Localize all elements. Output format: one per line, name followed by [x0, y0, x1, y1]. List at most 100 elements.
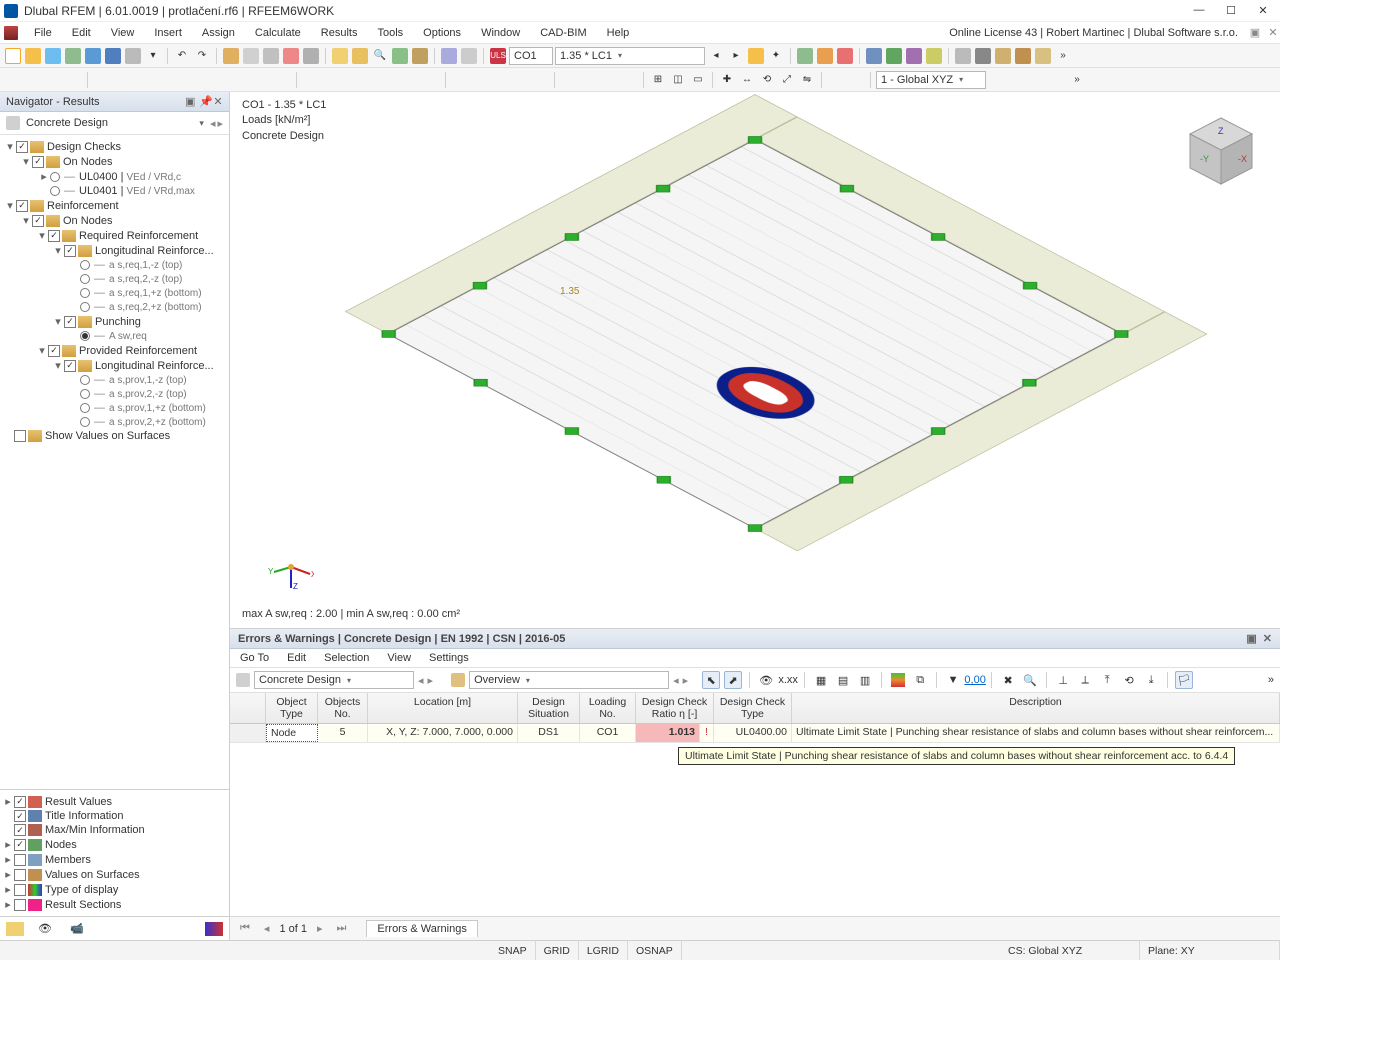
- open-file-icon[interactable]: [24, 47, 42, 65]
- prev-lc-icon[interactable]: ◂: [707, 47, 725, 65]
- load-lc-combo[interactable]: 1.35 * LC1▾: [555, 47, 705, 65]
- tree-on-nodes-1[interactable]: On Nodes: [63, 156, 113, 168]
- undo-icon[interactable]: ↶: [173, 47, 191, 65]
- ep-close-icon[interactable]: ✕: [1263, 632, 1272, 645]
- chart-icon[interactable]: [282, 47, 300, 65]
- menu-insert[interactable]: Insert: [144, 24, 192, 42]
- lower-title-info[interactable]: Title Information: [45, 810, 123, 822]
- save-icon[interactable]: [44, 47, 62, 65]
- ep-next1-icon[interactable]: ▸: [428, 674, 434, 687]
- tree-b4[interactable]: a s,prov,2,+z (bottom): [109, 417, 206, 428]
- tree-design-checks[interactable]: Design Checks: [47, 141, 121, 153]
- iso1-icon[interactable]: [331, 47, 349, 65]
- tree-on-nodes-2[interactable]: On Nodes: [63, 215, 113, 227]
- menu-file[interactable]: File: [24, 24, 62, 42]
- ep-copy-icon[interactable]: ⧉: [911, 671, 929, 689]
- col-design-situation[interactable]: Design Situation: [518, 693, 580, 723]
- c3-icon[interactable]: [491, 71, 509, 89]
- grid3-icon[interactable]: [600, 71, 618, 89]
- tbl2-icon[interactable]: [242, 47, 260, 65]
- nav-tab-1-icon[interactable]: [6, 922, 24, 936]
- table-row[interactable]: Node 5 X, Y, Z: 7.000, 7.000, 0.000 DS1 …: [230, 724, 1280, 743]
- render-icon[interactable]: [974, 47, 992, 65]
- view-cube[interactable]: -X -Y Z: [1182, 112, 1260, 190]
- sel2-icon[interactable]: [113, 71, 131, 89]
- grid2-icon[interactable]: [580, 71, 598, 89]
- menu-calculate[interactable]: Calculate: [245, 24, 311, 42]
- ep-t4-icon[interactable]: ⟲: [1120, 671, 1138, 689]
- nav-tab-2-icon[interactable]: 👁: [38, 922, 56, 936]
- col-objects-no[interactable]: Objects No.: [318, 693, 368, 723]
- menu-help[interactable]: Help: [597, 24, 640, 42]
- lower-values-surfaces[interactable]: Values on Surfaces: [45, 869, 140, 881]
- tool3-icon[interactable]: ▭: [689, 71, 707, 89]
- r3-icon[interactable]: [836, 47, 854, 65]
- nav-pin-icon[interactable]: 📌: [199, 95, 209, 108]
- sel6-icon[interactable]: [193, 71, 211, 89]
- cs1-icon[interactable]: [988, 71, 1006, 89]
- pg-last-icon[interactable]: ⏭: [333, 922, 351, 935]
- tn3-icon[interactable]: [44, 71, 62, 89]
- clr1-icon[interactable]: [827, 71, 845, 89]
- cs2-icon[interactable]: [1008, 71, 1026, 89]
- sel3-icon[interactable]: [133, 71, 151, 89]
- ep-combo-overview[interactable]: Overview▾: [469, 671, 669, 689]
- rot-icon[interactable]: ⟲: [758, 71, 776, 89]
- mdi-close-icon[interactable]: ✕: [1266, 26, 1280, 39]
- status-snap[interactable]: SNAP: [490, 941, 536, 960]
- align2-icon[interactable]: [460, 47, 478, 65]
- anim-icon[interactable]: [302, 47, 320, 65]
- cell-object-type[interactable]: Node: [266, 724, 318, 742]
- tree-prov-reinf[interactable]: Provided Reinforcement: [79, 345, 197, 357]
- tree-reinforcement[interactable]: Reinforcement: [47, 200, 119, 212]
- menu-assign[interactable]: Assign: [192, 24, 245, 42]
- box3-icon[interactable]: [1034, 47, 1052, 65]
- sel5-icon[interactable]: [173, 71, 191, 89]
- clr2-icon[interactable]: [847, 71, 865, 89]
- scale-icon[interactable]: ⤢: [778, 71, 796, 89]
- minimize-button[interactable]: —: [1192, 4, 1206, 17]
- p3-icon[interactable]: [905, 47, 923, 65]
- menu-options[interactable]: Options: [413, 24, 471, 42]
- ln6-icon[interactable]: [402, 71, 420, 89]
- ep-t3-icon[interactable]: ⤒: [1098, 671, 1116, 689]
- col-description[interactable]: Description: [792, 693, 1280, 723]
- layers-icon[interactable]: [391, 47, 409, 65]
- status-osnap[interactable]: OSNAP: [628, 941, 682, 960]
- sel7-icon[interactable]: [213, 71, 231, 89]
- ep-next2-icon[interactable]: ▸: [683, 674, 689, 687]
- tree-a1[interactable]: a s,req,1,-z (top): [109, 260, 182, 271]
- drop1-icon[interactable]: ▾: [144, 47, 162, 65]
- ep-prev2-icon[interactable]: ◂: [673, 674, 679, 687]
- ep-menu-goto[interactable]: Go To: [240, 652, 269, 664]
- zoom-icon[interactable]: 🔍: [371, 47, 389, 65]
- tree-ul0400[interactable]: UL0400 | VEd / VRd,c: [79, 171, 181, 183]
- tree-aswreq[interactable]: A sw,req: [109, 331, 147, 342]
- ln7-icon[interactable]: [422, 71, 440, 89]
- ep-g2-icon[interactable]: ▤: [834, 671, 852, 689]
- ep-menu-view[interactable]: View: [387, 652, 411, 664]
- ep-g1-icon[interactable]: ▦: [812, 671, 830, 689]
- lower-result-sections[interactable]: Result Sections: [45, 899, 121, 911]
- ep-dock-icon[interactable]: ▣: [1246, 632, 1256, 645]
- col-object-type[interactable]: Object Type: [266, 693, 318, 723]
- tnew-icon[interactable]: [4, 71, 22, 89]
- iso2-icon[interactable]: [351, 47, 369, 65]
- menu-cadbim[interactable]: CAD-BIM: [530, 24, 596, 42]
- maximize-button[interactable]: ☐: [1224, 4, 1238, 17]
- box1-icon[interactable]: [994, 47, 1012, 65]
- ep-combo-design[interactable]: Concrete Design▾: [254, 671, 414, 689]
- ep-pick-icon[interactable]: ⬉: [702, 671, 720, 689]
- refresh-icon[interactable]: [64, 47, 82, 65]
- ep-pick2-icon[interactable]: ⬈: [724, 671, 742, 689]
- mesh-icon[interactable]: [411, 47, 429, 65]
- tree-a4[interactable]: a s,req,2,+z (bottom): [109, 302, 202, 313]
- tree-b2[interactable]: a s,prov,2,-z (top): [109, 389, 187, 400]
- tree-a2[interactable]: a s,req,2,-z (top): [109, 274, 182, 285]
- ep-colorbar-icon[interactable]: [889, 671, 907, 689]
- nav-tab-3-icon[interactable]: 📹: [70, 922, 88, 936]
- pg-prev-icon[interactable]: ◂: [260, 922, 274, 935]
- c5-icon[interactable]: [531, 71, 549, 89]
- save-blue-icon[interactable]: [84, 47, 102, 65]
- ep-xxx-icon[interactable]: x.xx: [779, 671, 797, 689]
